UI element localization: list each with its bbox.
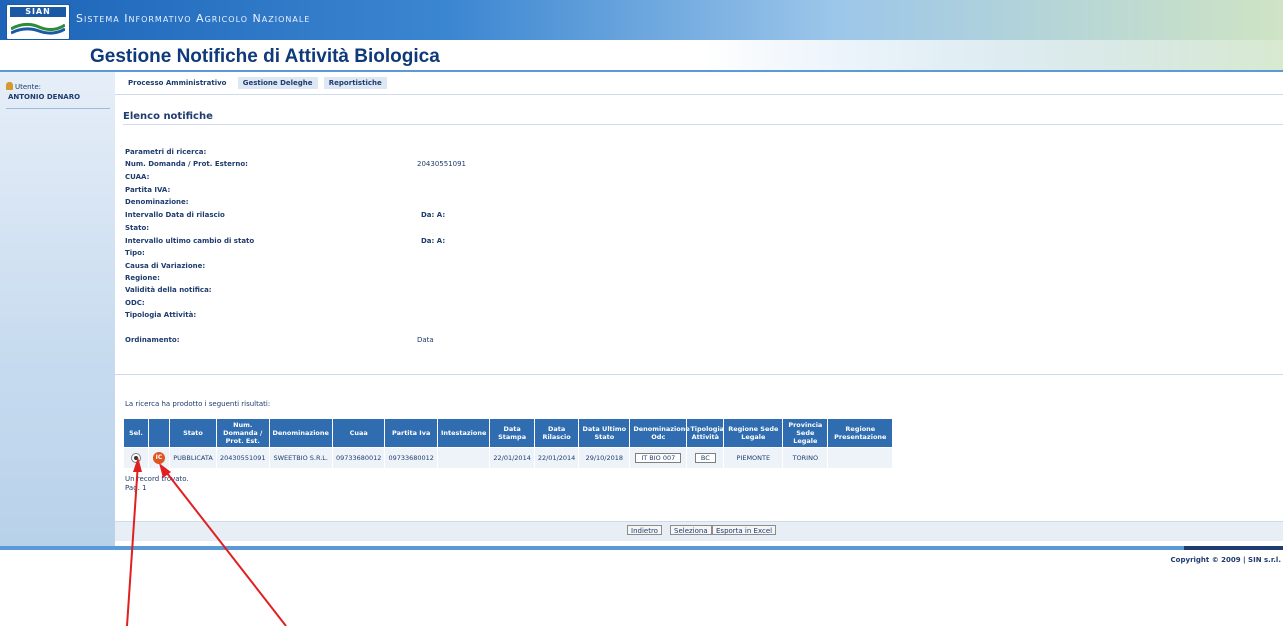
annotation-arrow-line xyxy=(126,462,139,626)
annotation-arrowhead xyxy=(133,457,142,472)
annotation-arrow-line xyxy=(162,467,287,626)
annotation-overlay xyxy=(126,457,287,626)
